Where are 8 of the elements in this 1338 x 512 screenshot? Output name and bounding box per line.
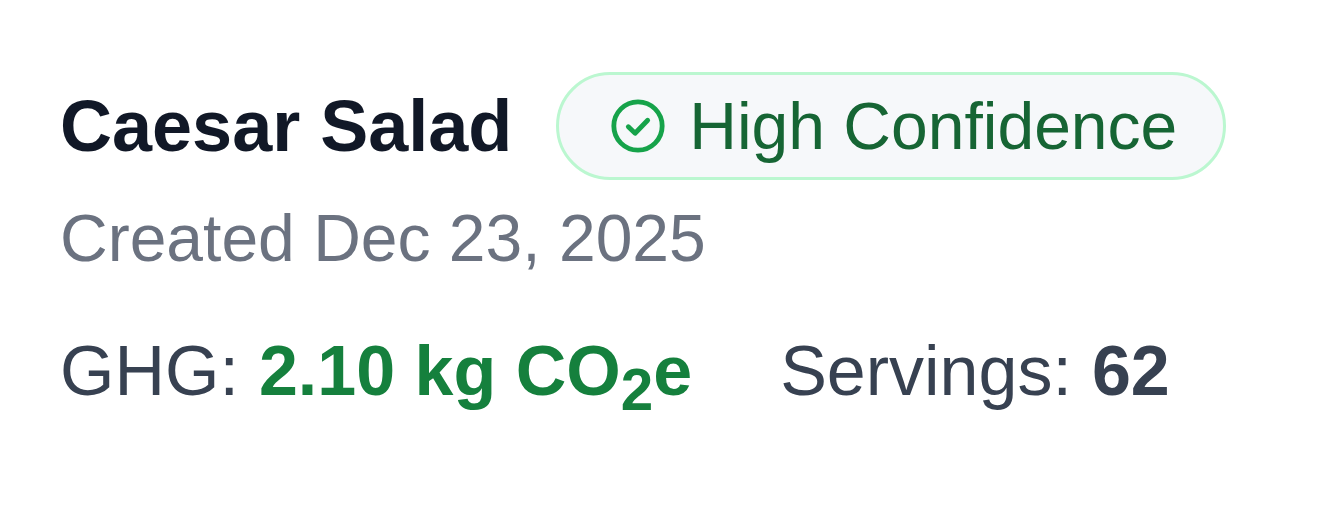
check-circle-icon [609,97,668,155]
stat-value: 62 [1091,332,1170,412]
stat-value: 2.10 kg CO$_{2}$e [258,332,693,422]
recipe-title: Caesar Salad [60,90,513,162]
badge-label: High Confidence [689,88,1178,164]
stat-label: GHG: [60,332,239,412]
created-date: Created Dec 23, 2025 [60,202,707,275]
stat-label: Servings: [780,332,1072,412]
